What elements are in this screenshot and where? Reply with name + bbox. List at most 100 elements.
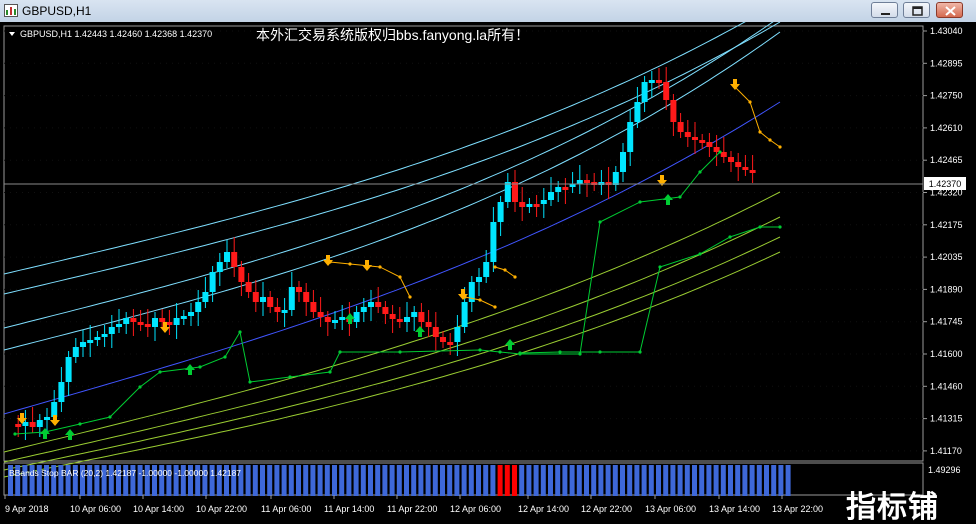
price-tick-label: 1.41745 [930,317,963,327]
indicator-bar [692,465,697,496]
candle-body [548,192,554,200]
maximize-button[interactable] [903,2,930,18]
candle-body [735,162,742,167]
indicator-bar [519,465,525,496]
candle-body [159,318,166,322]
stop-up-line-dot [328,370,332,374]
candle-body [101,334,108,337]
indicator-bar [339,465,345,496]
candle-body [36,420,43,427]
indicator-bar [742,465,748,496]
price-tick-label: 1.42035 [930,252,963,262]
price-tick-label: 1.42320 [930,188,963,198]
candle-body [22,422,29,426]
candle-body [216,262,223,272]
indicator-bar [245,465,251,496]
indicator-bar [569,465,575,496]
time-tick-label: 12 Apr 22:00 [581,504,632,514]
candle-body [108,327,115,334]
stop-down-line-dot [768,138,772,142]
stop-up-line-dot [78,422,82,426]
candle-body [173,318,180,325]
indicator-bar [468,465,474,496]
indicator-bar [576,465,582,496]
stop-down-line-dot [378,265,382,269]
candle-body [123,318,130,324]
stop-up-line-dot [223,355,227,359]
indicator-bar [353,465,359,496]
price-tick-label: 1.41315 [930,414,963,424]
stop-down-line-dot [503,268,507,272]
chart-window[interactable]: 1.42370 GBPUSD,H1 1.42443 1.42460 1.4236… [0,1,976,524]
stop-up-line-dot [338,350,342,354]
indicator-bar [749,465,755,496]
stop-down-line-dot [758,130,762,134]
candle-body [188,312,194,316]
arrow-up-icon [415,326,425,337]
time-tick-label: 10 Apr 14:00 [133,504,184,514]
price-tick-label: 1.42895 [930,58,963,68]
indicator-bar [396,465,402,496]
indicator-bar [526,465,532,496]
indicator-bar [605,465,611,496]
candle-body [440,337,446,342]
minimize-button[interactable] [871,2,898,18]
indicator-bar [382,465,388,496]
candle-body [137,322,144,325]
price-tick-label: 1.43040 [930,26,963,36]
candle-body [180,316,187,319]
indicator-bar [627,465,633,496]
candle-body [15,424,22,427]
candle-body [332,320,338,323]
indicator-bar [461,465,467,496]
stop-down-line-dot [408,295,412,299]
candlesticks [15,67,756,440]
indicator-bar [418,465,424,496]
indicator-bar [346,465,352,496]
candle-body [504,182,511,202]
candle-body [425,322,432,327]
candle-body [656,80,662,83]
indicator-scale-value: 1.49296 [928,465,961,475]
indicator-bar [360,465,366,496]
candle-body [195,302,202,312]
time-tick-label: 10 Apr 06:00 [70,504,121,514]
candle-body [540,200,547,204]
indicator-bar [288,465,294,496]
indicator-bar [684,465,690,496]
time-tick-label: 13 Apr 14:00 [709,504,760,514]
stop-down-line-dot [398,275,402,279]
candle-body [152,318,158,327]
bbands-stop-lines [13,85,782,436]
candle-body [670,100,677,122]
candle-body [281,310,288,313]
candle-body [476,277,482,282]
candle-body [742,167,749,170]
indicator-bar [648,465,654,496]
candle-body [641,82,648,102]
indicator-bar [562,465,568,496]
indicator-bar [764,465,769,496]
collapse-triangle-icon[interactable] [9,32,15,36]
candle-body [490,222,497,262]
stop-up-line-dot [718,150,722,154]
stop-up-line-dot [698,170,702,174]
candle-body [612,172,619,185]
candle-body [274,307,281,312]
candle-body [663,82,670,100]
candle-body [51,402,58,417]
stop-up-line-dot [498,350,502,354]
candle-body [353,312,360,322]
indicator-bar [771,465,777,496]
indicator-bar [490,465,496,496]
indicator-bar [375,465,381,496]
price-tick-label: 1.41460 [930,381,963,391]
candle-body [749,170,756,173]
indicator-bar [504,465,510,496]
close-button[interactable] [936,2,963,18]
indicator-bar [728,465,733,496]
price-chart[interactable]: 1.42370 GBPUSD,H1 1.42443 1.42460 1.4236… [0,1,976,524]
indicator-bar [303,465,309,496]
stop-up-line-dot [558,350,562,354]
indicator-bar [706,465,712,496]
